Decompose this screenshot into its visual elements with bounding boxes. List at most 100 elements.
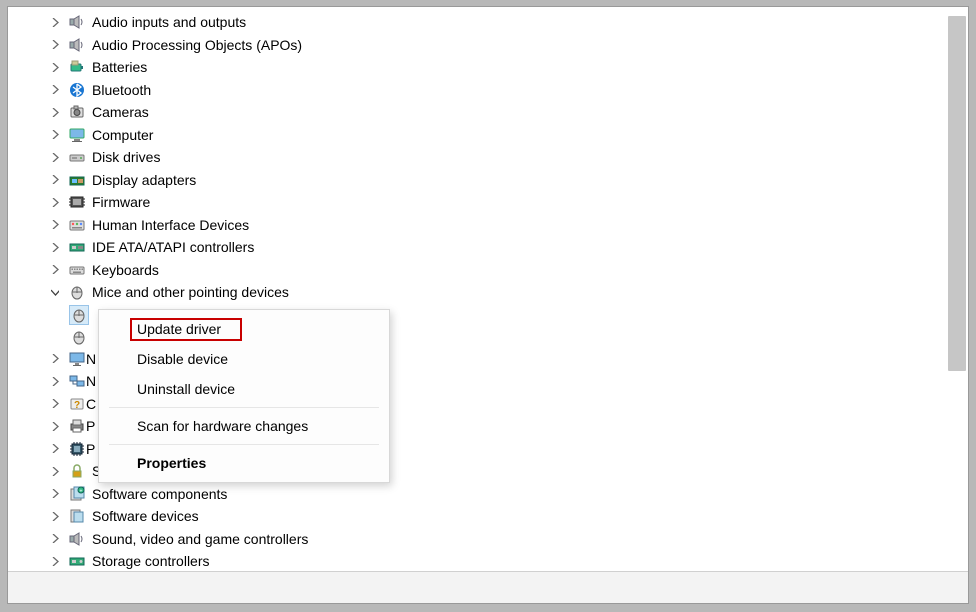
ctx-item-label: Uninstall device	[137, 381, 235, 397]
ctx-item-label: Update driver	[137, 321, 221, 337]
tree-item-label: Keyboards	[92, 259, 159, 281]
tree-item-label: Disk drives	[92, 146, 160, 168]
processor-icon	[68, 440, 86, 458]
ctx-item-label: Scan for hardware changes	[137, 418, 308, 434]
speaker-icon	[68, 36, 86, 54]
chevron-right-icon[interactable]	[51, 535, 59, 543]
chevron-right-icon[interactable]	[51, 41, 59, 49]
svg-text:+: +	[80, 488, 83, 494]
chevron-right-icon[interactable]	[51, 176, 59, 184]
firmware-icon	[68, 193, 86, 211]
device-tree-pane[interactable]: Audio inputs and outputs Audio Processin…	[8, 9, 943, 571]
chevron-right-icon[interactable]	[51, 153, 59, 161]
tree-item-firmware[interactable]: Firmware	[8, 191, 943, 214]
tree-item-label-partial: P	[86, 415, 95, 437]
ide-icon	[68, 238, 86, 256]
tree-item-display-adapters[interactable]: Display adapters	[8, 169, 943, 192]
monitor-icon	[68, 350, 86, 368]
ctx-scan-hardware[interactable]: Scan for hardware changes	[99, 411, 389, 441]
tree-item-label: IDE ATA/ATAPI controllers	[92, 236, 254, 258]
status-bar	[8, 571, 968, 603]
tree-item-storage-controllers[interactable]: Storage controllers	[8, 550, 943, 571]
tree-item-bluetooth[interactable]: Bluetooth	[8, 79, 943, 102]
swcomp-icon: +	[68, 485, 86, 503]
tree-item-audio-inputs[interactable]: Audio inputs and outputs	[8, 11, 943, 34]
chevron-right-icon[interactable]	[51, 467, 59, 475]
mouse-icon	[70, 328, 88, 346]
ctx-item-label: Properties	[137, 455, 206, 471]
tree-item-label: Firmware	[92, 191, 150, 213]
ctx-item-label: Disable device	[137, 351, 228, 367]
svg-text:?: ?	[74, 400, 80, 411]
ctx-uninstall-device[interactable]: Uninstall device	[99, 374, 389, 404]
storage-icon	[68, 552, 86, 570]
tree-item-label: Software components	[92, 483, 227, 505]
tree-item-keyboards[interactable]: Keyboards	[8, 259, 943, 282]
tree-item-sound-video-game[interactable]: Sound, video and game controllers	[8, 528, 943, 551]
tree-item-label: Sound, video and game controllers	[92, 528, 308, 550]
tree-item-label-partial: C	[86, 393, 96, 415]
chevron-right-icon[interactable]	[51, 243, 59, 251]
printer-icon	[68, 417, 86, 435]
tree-item-label: Audio inputs and outputs	[92, 11, 246, 33]
battery-icon	[68, 58, 86, 76]
tree-item-mice[interactable]: Mice and other pointing devices	[8, 281, 943, 304]
tree-item-label: Human Interface Devices	[92, 214, 249, 236]
other-icon: ?	[68, 395, 86, 413]
chevron-down-icon[interactable]	[51, 288, 59, 296]
bluetooth-icon	[68, 81, 86, 99]
chevron-right-icon[interactable]	[51, 512, 59, 520]
tree-item-computer[interactable]: Computer	[8, 124, 943, 147]
tree-item-software-components[interactable]: + Software components	[8, 483, 943, 506]
security-icon	[68, 462, 86, 480]
chevron-right-icon[interactable]	[51, 18, 59, 26]
keyboard-icon	[68, 261, 86, 279]
chevron-right-icon[interactable]	[51, 131, 59, 139]
chevron-right-icon[interactable]	[51, 422, 59, 430]
tree-item-hid[interactable]: Human Interface Devices	[8, 214, 943, 237]
display-icon	[68, 171, 86, 189]
chevron-right-icon[interactable]	[51, 63, 59, 71]
camera-icon	[68, 103, 86, 121]
tree-item-batteries[interactable]: Batteries	[8, 56, 943, 79]
mouse-icon	[70, 306, 88, 324]
swdev-icon	[68, 507, 86, 525]
tree-item-label: Software devices	[92, 505, 199, 527]
vertical-scrollbar[interactable]	[948, 16, 966, 371]
tree-item-label: Display adapters	[92, 169, 196, 191]
tree-item-label: Batteries	[92, 56, 147, 78]
ctx-disable-device[interactable]: Disable device	[99, 344, 389, 374]
speaker-icon	[68, 13, 86, 31]
ctx-update-driver[interactable]: Update driver	[99, 314, 389, 344]
chevron-right-icon[interactable]	[51, 198, 59, 206]
network-icon	[68, 372, 86, 390]
chevron-right-icon[interactable]	[51, 266, 59, 274]
tree-item-label: Mice and other pointing devices	[92, 281, 289, 303]
chevron-right-icon[interactable]	[51, 355, 59, 363]
chevron-right-icon[interactable]	[51, 490, 59, 498]
device-tree: Audio inputs and outputs Audio Processin…	[8, 9, 943, 571]
ctx-separator	[109, 407, 379, 408]
ctx-properties[interactable]: Properties	[99, 448, 389, 478]
tree-item-label-partial: N	[86, 370, 96, 392]
chevron-right-icon[interactable]	[51, 108, 59, 116]
computer-icon	[68, 126, 86, 144]
chevron-right-icon[interactable]	[51, 557, 59, 565]
chevron-right-icon[interactable]	[51, 221, 59, 229]
ctx-separator	[109, 444, 379, 445]
tree-item-label-partial: N	[86, 348, 96, 370]
tree-item-software-devices[interactable]: Software devices	[8, 505, 943, 528]
tree-item-apos[interactable]: Audio Processing Objects (APOs)	[8, 34, 943, 57]
tree-item-disk-drives[interactable]: Disk drives	[8, 146, 943, 169]
speaker-icon	[68, 530, 86, 548]
tree-item-cameras[interactable]: Cameras	[8, 101, 943, 124]
tree-item-ide[interactable]: IDE ATA/ATAPI controllers	[8, 236, 943, 259]
chevron-right-icon[interactable]	[51, 445, 59, 453]
tree-item-label-partial: P	[86, 438, 95, 460]
chevron-right-icon[interactable]	[51, 400, 59, 408]
chevron-right-icon[interactable]	[51, 377, 59, 385]
tree-item-label: Storage controllers	[92, 550, 210, 571]
tree-item-label: Audio Processing Objects (APOs)	[92, 34, 302, 56]
chevron-right-icon[interactable]	[51, 86, 59, 94]
tree-item-label: Cameras	[92, 101, 149, 123]
